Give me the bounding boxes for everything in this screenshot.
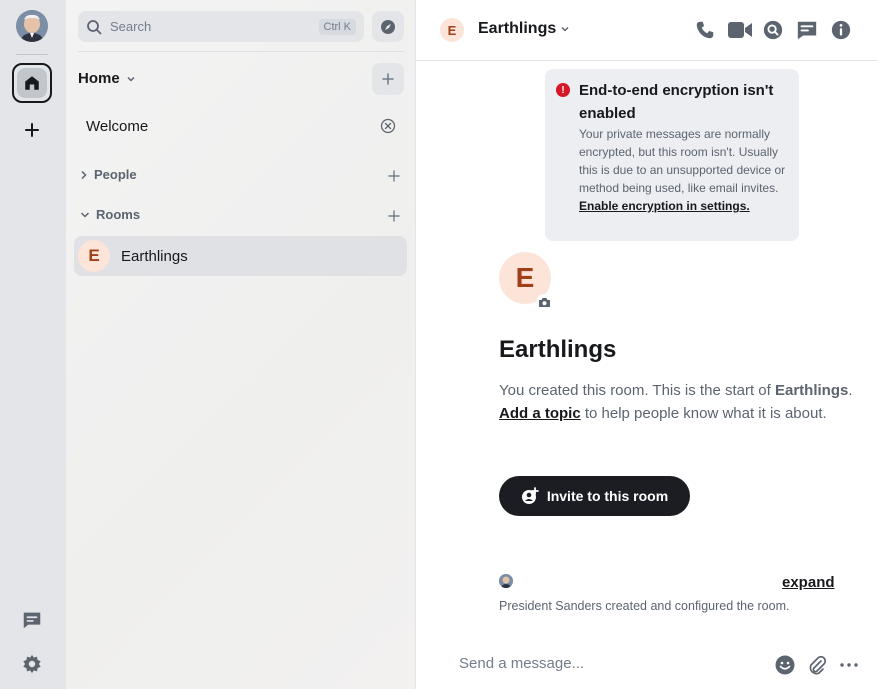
room-intro-text: You created this room. This is the start…	[499, 380, 859, 425]
plus-icon	[382, 73, 394, 85]
close-circle-icon	[380, 118, 396, 134]
video-camera-icon	[728, 22, 752, 38]
threads-icon	[23, 612, 41, 629]
encryption-notice-body: Your private messages are normally encry…	[579, 125, 793, 215]
room-intro-title: Earthlings	[499, 336, 617, 363]
room-avatar: E	[78, 240, 110, 272]
chevron-down-icon	[80, 211, 90, 218]
encryption-notice: ! End-to-end encryption isn't enabled Yo…	[545, 69, 799, 241]
upload-avatar-button[interactable]	[536, 294, 552, 310]
chevron-down-icon	[127, 76, 135, 82]
room-info-search-button[interactable]	[762, 19, 784, 41]
event-sender-avatar[interactable]	[499, 574, 513, 588]
enable-encryption-link[interactable]: Enable encryption in settings.	[579, 199, 750, 213]
header-room-avatar[interactable]: E	[440, 18, 464, 42]
space-divider	[16, 54, 48, 55]
home-icon	[25, 76, 39, 90]
paperclip-icon	[809, 655, 827, 675]
search-label: Search	[110, 19, 152, 34]
plus-icon	[388, 210, 400, 222]
space-panel	[0, 0, 66, 689]
add-user-icon	[521, 487, 539, 504]
room-info-button[interactable]	[830, 19, 852, 41]
message-input[interactable]: Send a message...	[459, 655, 584, 672]
section-people-label: People	[94, 167, 137, 182]
search-icon	[87, 19, 102, 34]
search-icon	[763, 20, 783, 40]
emoji-icon	[775, 655, 795, 675]
add-people-button[interactable]	[386, 168, 402, 184]
intro-created-prefix: You created this room. This is the start…	[499, 382, 775, 399]
error-icon: !	[556, 83, 570, 97]
room-list-panel: Search Ctrl K Home Welcome People Rooms …	[66, 0, 416, 689]
intro-room-name: Earthlings	[774, 382, 849, 399]
invite-button[interactable]: Invite to this room	[499, 476, 690, 516]
threads-button[interactable]	[21, 609, 43, 631]
room-name-button[interactable]: Earthlings	[478, 20, 570, 38]
invite-button-label: Invite to this room	[546, 488, 669, 504]
more-icon	[840, 663, 858, 667]
search-button[interactable]: Search Ctrl K	[78, 11, 364, 42]
section-people[interactable]: People	[80, 167, 137, 182]
threads-button[interactable]	[796, 19, 818, 41]
plus-icon	[388, 170, 400, 182]
compass-icon	[381, 19, 395, 34]
search-shortcut: Ctrl K	[318, 18, 356, 35]
user-avatar[interactable]	[16, 10, 48, 42]
event-summary: President Sanders created and configured…	[499, 599, 790, 613]
section-rooms-label: Rooms	[96, 207, 141, 222]
camera-icon	[538, 297, 550, 307]
room-item-earthlings[interactable]: E Earthlings	[74, 236, 407, 276]
phone-icon	[696, 21, 714, 39]
quick-settings-button[interactable]	[21, 653, 43, 675]
threads-icon	[797, 21, 817, 40]
chevron-down-icon	[561, 26, 569, 32]
encryption-notice-title: End-to-end encryption isn't enabled	[579, 82, 774, 122]
plus-icon	[25, 123, 39, 137]
info-icon	[831, 20, 851, 40]
close-welcome-button[interactable]	[379, 117, 397, 135]
home-title: Home	[78, 70, 120, 87]
add-topic-link[interactable]: Add a topic	[499, 405, 581, 422]
encryption-notice-text: Your private messages are normally encry…	[579, 127, 786, 195]
emoji-button[interactable]	[774, 654, 796, 676]
home-space-button[interactable]	[12, 63, 52, 103]
room-name: Earthlings	[121, 247, 188, 265]
section-rooms[interactable]: Rooms	[80, 207, 140, 222]
room-view: E Earthlings ! End-to-end encryption isn…	[416, 0, 877, 689]
create-space-button[interactable]	[22, 120, 42, 140]
attach-button[interactable]	[806, 654, 828, 676]
room-header: E Earthlings	[416, 0, 877, 61]
expand-events-link[interactable]: expand	[782, 574, 835, 591]
home-menu-button[interactable]: Home	[78, 70, 136, 87]
explore-rooms-button[interactable]	[372, 11, 404, 42]
message-composer: Send a message...	[416, 640, 877, 689]
gear-icon	[23, 654, 41, 674]
room-list-divider	[78, 51, 404, 52]
more-options-button[interactable]	[838, 654, 860, 676]
voice-call-button[interactable]	[694, 19, 716, 41]
intro-topic-suffix: to help people know what it is about.	[580, 404, 827, 422]
chevron-right-icon	[81, 170, 87, 179]
add-rooms-button[interactable]	[386, 208, 402, 224]
video-call-button[interactable]	[727, 19, 753, 41]
intro-created-suffix: .	[848, 382, 853, 399]
welcome-item[interactable]: Welcome	[86, 118, 148, 135]
header-room-name: Earthlings	[478, 20, 557, 37]
add-room-button[interactable]	[372, 63, 404, 95]
